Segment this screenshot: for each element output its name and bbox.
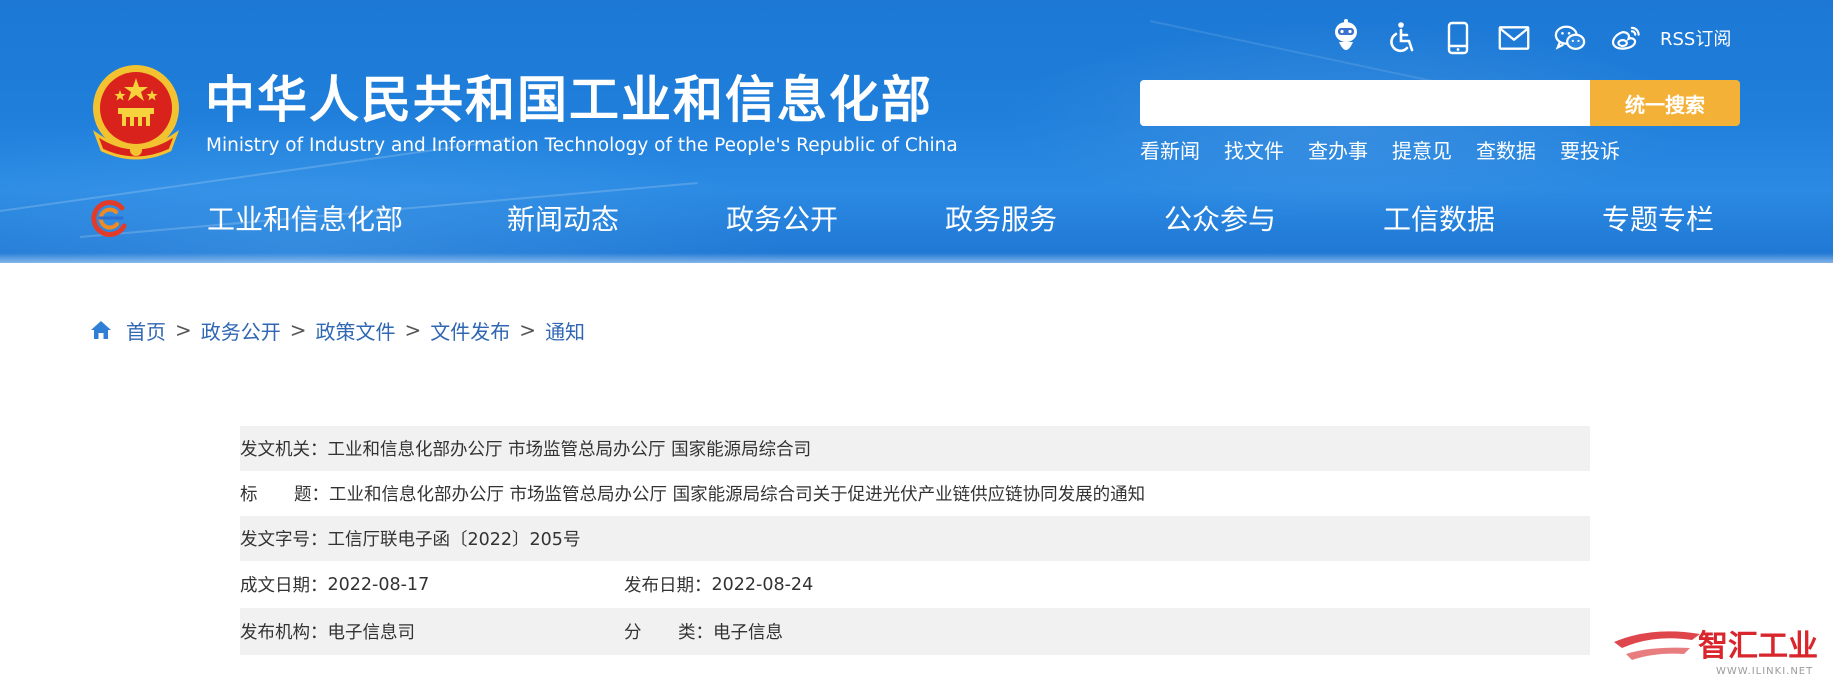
quick-link-services[interactable]: 查办事 bbox=[1308, 137, 1368, 165]
site-header: 中华人民共和国工业和信息化部 Ministry of Industry and … bbox=[0, 0, 1833, 263]
nav-item-government-affairs[interactable]: 政务公开 bbox=[726, 200, 838, 240]
organization-label: 发布机构： bbox=[240, 623, 328, 643]
category-label-part2: 类： bbox=[678, 623, 713, 643]
quick-link-feedback[interactable]: 提意见 bbox=[1392, 137, 1452, 165]
ilinki-watermark: 智汇工业 WWW.ILINKI.NET bbox=[1612, 620, 1827, 678]
home-icon[interactable] bbox=[90, 319, 112, 341]
search-box: 统一搜索 bbox=[1140, 80, 1740, 126]
robot-assistant-icon[interactable] bbox=[1330, 19, 1362, 57]
nav-item-ministry[interactable]: 工业和信息化部 bbox=[207, 200, 403, 240]
mail-icon[interactable] bbox=[1498, 19, 1530, 57]
written-date-label: 成文日期： bbox=[240, 576, 328, 596]
published-date-value: 2022-08-24 bbox=[711, 574, 814, 595]
site-title-chinese: 中华人民共和国工业和信息化部 bbox=[205, 71, 933, 129]
category-label-part1: 分 bbox=[624, 623, 642, 643]
breadcrumb: 首页 > 政务公开 > 政策文件 > 文件发布 > 通知 bbox=[90, 314, 585, 346]
quick-link-documents[interactable]: 找文件 bbox=[1224, 137, 1284, 165]
breadcrumb-notice[interactable]: 通知 bbox=[545, 316, 585, 345]
site-title-english: Ministry of Industry and Information Tec… bbox=[206, 135, 958, 156]
mobile-icon[interactable] bbox=[1442, 19, 1474, 57]
info-row-dates: 成文日期： 2022-08-17 发布日期： 2022-08-24 bbox=[240, 561, 1590, 608]
wechat-icon[interactable] bbox=[1554, 19, 1586, 57]
issuer-label: 发文机关： bbox=[240, 440, 328, 460]
weibo-icon[interactable] bbox=[1610, 19, 1642, 57]
nav-item-government-services[interactable]: 政务服务 bbox=[945, 200, 1057, 240]
quick-link-data[interactable]: 查数据 bbox=[1476, 137, 1536, 165]
national-emblem-logo[interactable] bbox=[90, 64, 182, 164]
search-input[interactable] bbox=[1140, 80, 1590, 126]
title-label-part1: 标 bbox=[240, 485, 258, 505]
document-info-table: 发文机关： 工业和信息化部办公厅 市场监管总局办公厅 国家能源局综合司 标 题：… bbox=[240, 426, 1590, 655]
info-row-title: 标 题： 工业和信息化部办公厅 市场监管总局办公厅 国家能源局综合司关于促进光伏… bbox=[240, 471, 1590, 516]
info-row-organization: 发布机构： 电子信息司 分 类： 电子信息 bbox=[240, 608, 1590, 655]
organization-value: 电子信息司 bbox=[327, 623, 416, 643]
breadcrumb-separator: > bbox=[404, 318, 422, 342]
published-date-label: 发布日期： bbox=[624, 576, 712, 596]
breadcrumb-policy-documents[interactable]: 政策文件 bbox=[316, 316, 396, 345]
breadcrumb-separator: > bbox=[289, 318, 307, 342]
nav-item-public-participation[interactable]: 公众参与 bbox=[1164, 200, 1276, 240]
issuer-value: 工业和信息化部办公厅 市场监管总局办公厅 国家能源局综合司 bbox=[327, 440, 812, 460]
accessibility-icon[interactable] bbox=[1386, 19, 1418, 57]
quick-link-complaint[interactable]: 要投诉 bbox=[1560, 137, 1620, 165]
breadcrumb-separator: > bbox=[175, 318, 192, 342]
unified-search-button[interactable]: 统一搜索 bbox=[1590, 80, 1740, 126]
document-number-label: 发文字号： bbox=[240, 530, 328, 550]
breadcrumb-home[interactable]: 首页 bbox=[126, 316, 166, 345]
nav-item-miit-data[interactable]: 工信数据 bbox=[1383, 200, 1495, 240]
watermark-brand: 智汇工业 bbox=[1698, 629, 1818, 664]
nav-item-news[interactable]: 新闻动态 bbox=[507, 200, 619, 240]
breadcrumb-government-affairs[interactable]: 政务公开 bbox=[201, 316, 281, 345]
main-nav: 工业和信息化部 新闻动态 政务公开 政务服务 公众参与 工信数据 专题专栏 bbox=[0, 190, 1833, 250]
quick-link-news[interactable]: 看新闻 bbox=[1140, 137, 1200, 165]
document-number-value: 工信厅联电子函〔2022〕205号 bbox=[327, 530, 581, 550]
title-value: 工业和信息化部办公厅 市场监管总局办公厅 国家能源局综合司关于促进光伏产业链供应… bbox=[329, 485, 1146, 505]
ministry-swirl-logo-icon[interactable] bbox=[86, 196, 130, 240]
breadcrumb-separator: > bbox=[519, 318, 537, 342]
written-date-value: 2022-08-17 bbox=[327, 574, 430, 595]
breadcrumb-document-release[interactable]: 文件发布 bbox=[430, 316, 510, 345]
nav-item-special-topics[interactable]: 专题专栏 bbox=[1602, 200, 1714, 240]
watermark-url: WWW.ILINKI.NET bbox=[1716, 666, 1813, 677]
info-row-issuer: 发文机关： 工业和信息化部办公厅 市场监管总局办公厅 国家能源局综合司 bbox=[240, 426, 1590, 471]
rss-subscribe-link[interactable]: RSS订阅 bbox=[1660, 25, 1731, 51]
info-row-document-number: 发文字号： 工信厅联电子函〔2022〕205号 bbox=[240, 516, 1590, 561]
title-label-part2: 题： bbox=[294, 485, 329, 505]
quick-links: 看新闻 找文件 查办事 提意见 查数据 要投诉 bbox=[1140, 137, 1644, 165]
utility-bar: RSS订阅 bbox=[1330, 16, 1731, 60]
category-value: 电子信息 bbox=[713, 623, 783, 643]
